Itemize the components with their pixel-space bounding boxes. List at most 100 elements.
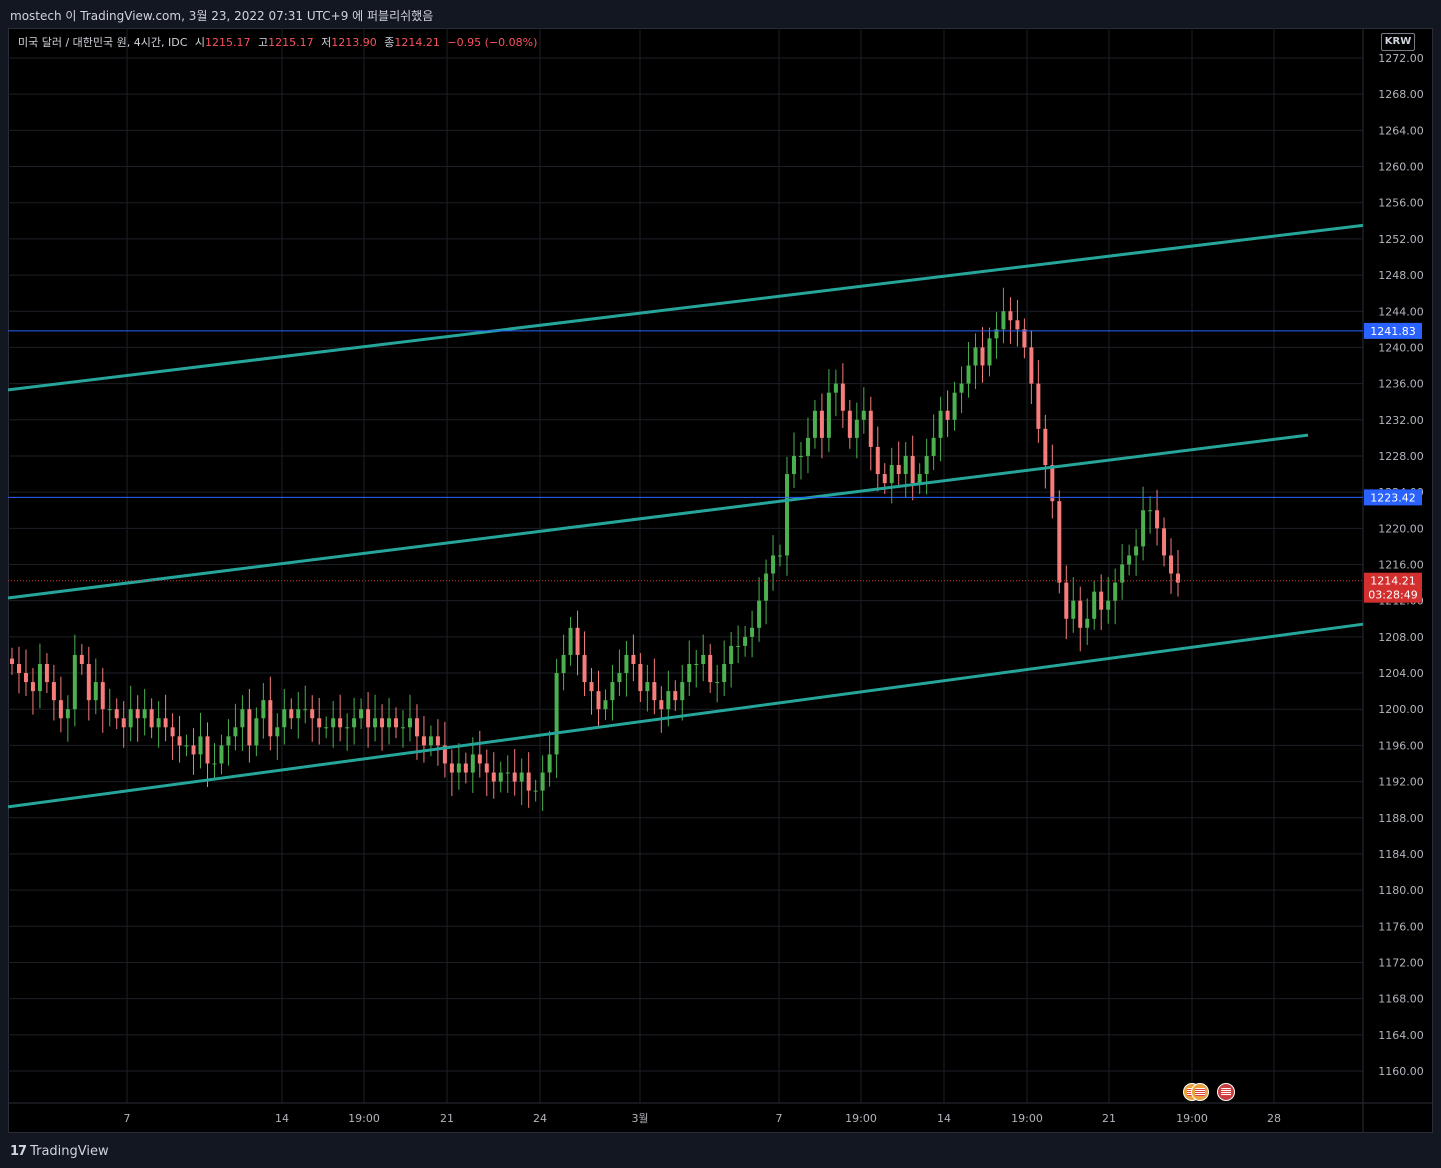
candle-body [1141, 510, 1146, 547]
candle-body [149, 709, 154, 728]
candle-body [666, 691, 671, 710]
price-chart[interactable]: 1272.00 1268.00 1264.00 1260.00 1256.00 1252.… [8, 28, 1433, 1133]
price-tick-label: 1200.00 [1378, 703, 1424, 716]
open-label: 시 [194, 36, 206, 49]
price-tick-label: 1252.00 [1378, 233, 1424, 246]
price-tick-label: 1176.00 [1378, 920, 1424, 933]
price-tick-label: 1232.00 [1378, 414, 1424, 427]
price-tick-label: 1204.00 [1378, 667, 1424, 680]
candle-body [1099, 591, 1104, 610]
close-label: 종 [384, 36, 395, 49]
candle-body [575, 627, 580, 655]
candle-body [966, 365, 971, 384]
candle-body [477, 754, 482, 764]
symbol-legend: 미국 달러 / 대한민국 원, 4시간, IDC 시1215.17 고1215.… [18, 34, 537, 50]
level-price-label: 1241.83 [1370, 325, 1416, 338]
candle-body [610, 682, 615, 701]
candle-body [310, 709, 315, 719]
candle-body [352, 718, 357, 728]
candle-body [833, 383, 838, 393]
change-value: −0.95 (−0.08%) [447, 36, 538, 49]
candle-body [1001, 311, 1006, 330]
candle-body [30, 682, 35, 692]
price-tick-label: 1228.00 [1378, 450, 1424, 463]
channel-line-middle [8, 433, 1309, 600]
candle-body [261, 700, 266, 719]
candle-body [254, 718, 259, 746]
price-tick-label: 1172.00 [1378, 956, 1424, 969]
candle-body [1120, 564, 1125, 583]
open-value: 1215.17 [205, 36, 251, 49]
candle-body [624, 654, 629, 674]
time-tick-label: 3월 [631, 1112, 648, 1125]
candle-body [491, 772, 496, 782]
high-label: 고 [258, 36, 269, 49]
price-tick-label: 1268.00 [1378, 88, 1424, 101]
candle-body [952, 392, 957, 420]
candle-body [875, 446, 880, 475]
close-value: 1214.21 [394, 36, 440, 49]
candle-body [1134, 546, 1139, 556]
candle-body [359, 709, 364, 719]
candle-body [554, 673, 559, 755]
candle-body [51, 682, 56, 701]
candle-body [750, 627, 755, 637]
currency-button[interactable]: KRW [1381, 33, 1415, 51]
candle-body [407, 718, 412, 728]
candle-body [540, 772, 545, 791]
candle-body [708, 654, 713, 683]
candle-body [805, 437, 810, 456]
candle-body [1106, 600, 1111, 610]
candle-body [687, 663, 692, 683]
candle-body [1169, 555, 1174, 574]
candle-body [673, 691, 678, 701]
price-tick-label: 1240.00 [1378, 341, 1424, 354]
candle-body [659, 700, 664, 710]
candle-body [582, 654, 587, 683]
candle-body [394, 718, 399, 728]
candle-body [945, 410, 950, 420]
candle-body [1127, 555, 1132, 565]
candle-body [303, 709, 308, 711]
candle-body [1113, 582, 1118, 601]
us-flag-event-icon[interactable] [1191, 1083, 1209, 1101]
candle-body [121, 718, 126, 728]
candle-body [198, 736, 203, 755]
high-value: 1215.17 [268, 36, 314, 49]
candle-body [470, 754, 475, 773]
price-tick-label: 1196.00 [1378, 739, 1424, 752]
candle-body [645, 682, 650, 692]
symbol-title[interactable]: 미국 달러 / 대한민국 원, 4시간, IDC [18, 36, 187, 49]
candle-body [65, 709, 70, 719]
price-tick-label: 1180.00 [1378, 884, 1424, 897]
candle-body [791, 455, 796, 475]
low-label: 저 [321, 36, 332, 49]
candle-body [533, 790, 538, 792]
candle-body [1015, 320, 1020, 330]
candle-body [23, 673, 28, 683]
candle-body [778, 555, 783, 557]
candle-body [128, 709, 133, 728]
time-tick-label: 7 [776, 1112, 783, 1125]
price-tick-label: 1184.00 [1378, 848, 1424, 861]
price-tick-label: 1264.00 [1378, 124, 1424, 137]
candle-body [156, 718, 161, 728]
candle-body [568, 627, 573, 655]
candle-body [973, 347, 978, 366]
time-tick-label: 19:00 [845, 1112, 877, 1125]
candle-body [58, 700, 63, 719]
candle-body [1148, 510, 1153, 512]
candle-body [938, 410, 943, 438]
candle-body [366, 709, 371, 728]
tradingview-logo[interactable]: 17 TradingView [10, 1144, 109, 1159]
time-tick-label: 19:00 [1176, 1112, 1208, 1125]
candle-body [1064, 582, 1069, 619]
candle-body [338, 718, 343, 728]
candle-body [72, 654, 77, 710]
candle-body [1029, 347, 1034, 384]
candle-body [247, 709, 252, 746]
price-tick-label: 1216.00 [1378, 559, 1424, 572]
candle-body [435, 736, 440, 746]
us-flag-event-icon[interactable] [1217, 1083, 1235, 1101]
candle-body [1078, 600, 1083, 628]
